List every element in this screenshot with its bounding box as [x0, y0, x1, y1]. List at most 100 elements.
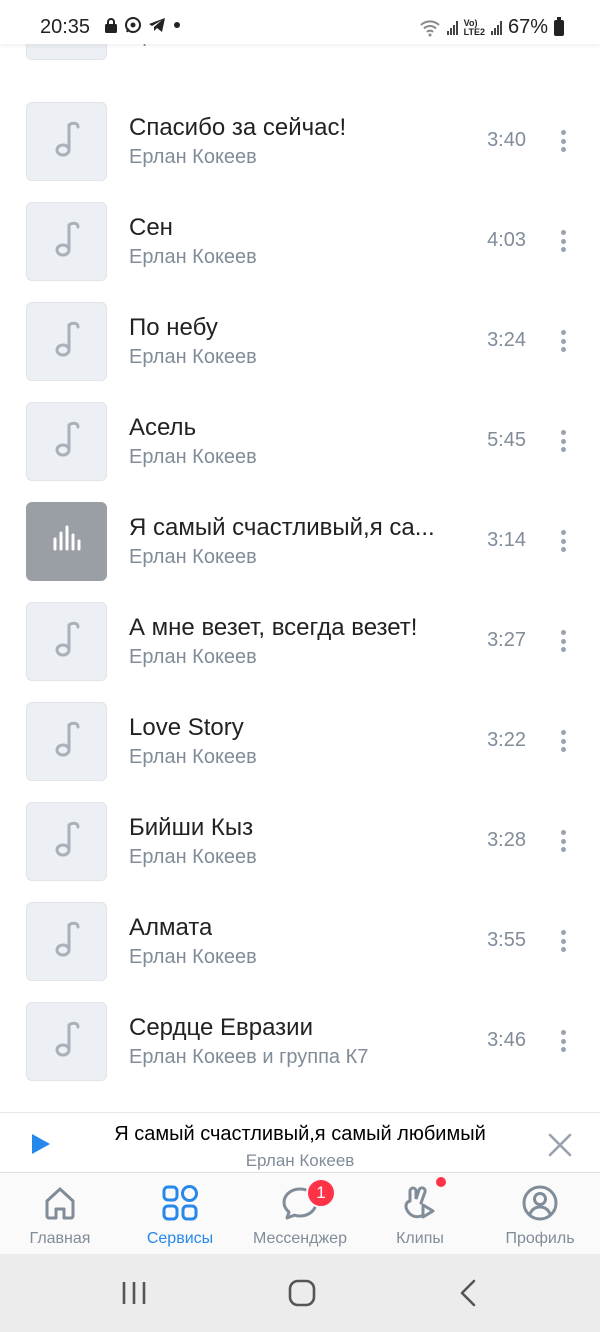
track-cover[interactable] [26, 1002, 107, 1081]
mini-player[interactable]: Я самый счастливый,я самый любимый Ерлан… [0, 1112, 600, 1172]
track-cover[interactable] [26, 502, 107, 581]
tab-bar: Главная Сервисы 1 Мессенджер Клипы Профи… [0, 1172, 600, 1254]
more-icon[interactable] [556, 427, 570, 455]
battery-percent: 67% [507, 16, 548, 38]
track-duration: 5:45 [487, 429, 526, 451]
tab-clips-label: Клипы [396, 1230, 444, 1247]
telegram-icon [149, 18, 165, 32]
track-row[interactable]: Спасибо за сейчас! Ерлан Кокеев 3:40 [0, 101, 600, 201]
signal-icon-2 [490, 20, 502, 35]
track-artist: Ерлан Кокеев [129, 446, 257, 468]
tab-home-label: Главная [29, 1230, 91, 1247]
music-note-icon [47, 817, 87, 866]
music-note-icon [47, 717, 87, 766]
track-title: Спасибо за сейчас! [129, 114, 347, 141]
track-cover[interactable] [26, 102, 107, 181]
track-title: Асель [129, 414, 197, 441]
track-cover[interactable] [26, 602, 107, 681]
track-cover[interactable] [26, 902, 107, 981]
track-row[interactable]: Сердце Евразии Ерлан Кокеев и группа К7 3:… [0, 1001, 600, 1101]
services-icon [162, 1185, 198, 1221]
track-title: Love Story [129, 714, 244, 741]
music-note-icon [47, 617, 87, 666]
lock-icon [105, 18, 117, 33]
track-artist: Ерлан Кокеев [129, 246, 257, 268]
track-duration: 3:22 [487, 729, 526, 751]
track-cover[interactable] [26, 202, 107, 281]
track-artist: Ерлан Кокеев [129, 746, 257, 768]
music-note-icon [47, 917, 87, 966]
track-cover[interactable] [26, 702, 107, 781]
track-artist: Ерлан Кокеев [129, 646, 257, 668]
more-icon[interactable] [556, 127, 570, 155]
clips-icon [404, 1186, 435, 1219]
tab-services[interactable]: Сервисы [120, 1173, 240, 1255]
more-icon[interactable] [556, 627, 570, 655]
track-title: Сердце Евразии [129, 1014, 313, 1041]
status-right: Vo) LTE2 67% [419, 16, 564, 39]
mini-player-artist: Ерлан Кокеев [245, 1151, 355, 1170]
track-row[interactable]: Асель Ерлан Кокеев 5:45 [0, 401, 600, 501]
track-duration: 3:24 [487, 329, 526, 351]
tab-services-label: Сервисы [146, 1230, 214, 1247]
tab-clips[interactable]: Клипы [360, 1173, 480, 1255]
track-cover[interactable] [26, 302, 107, 381]
track-duration: 4:03 [487, 229, 526, 251]
battery-icon [554, 16, 564, 36]
more-icon[interactable] [556, 227, 570, 255]
music-note-icon [47, 317, 87, 366]
track-row[interactable]: Love Story Ерлан Кокеев 3:22 [0, 701, 600, 801]
track-title: Я самый счастливый,я са... [129, 514, 435, 541]
messenger-badge: 1 [306, 1178, 336, 1208]
track-artist: Ерлан Кокеев [129, 346, 257, 368]
status-time: 20:35 [40, 16, 91, 38]
signal-icon [446, 20, 458, 35]
more-icon[interactable] [556, 327, 570, 355]
track-row[interactable]: А мне везет, всегда везет! Ерлан Кокеев 3:… [0, 601, 600, 701]
status-notification-icons [104, 16, 182, 34]
mini-player-title: Я самый счастливый,я самый любимый [114, 1123, 486, 1145]
more-icon[interactable] [556, 827, 570, 855]
track-title: А мне везет, всегда везет! [129, 614, 418, 641]
track-title: По небу [129, 314, 218, 341]
equalizer-icon [47, 517, 87, 566]
whatsapp-icon [125, 17, 141, 33]
more-icon[interactable] [556, 1027, 570, 1055]
tab-messenger[interactable]: 1 Мессенджер [240, 1173, 360, 1255]
track-cover[interactable] [26, 402, 107, 481]
track-row[interactable]: Сен Ерлан Кокеев 4:03 [0, 201, 600, 301]
close-icon[interactable] [547, 1132, 573, 1158]
track-row[interactable]: Бийши Кыз Ерлан Кокеев 3:28 [0, 801, 600, 901]
wifi-icon [419, 19, 440, 36]
more-icon[interactable] [556, 927, 570, 955]
track-artist: Ерлан Кокеев [129, 846, 257, 868]
system-navigation-bar [0, 1254, 600, 1332]
track-artist: Ерлан Кокеев [129, 146, 257, 168]
tab-home[interactable]: Главная [0, 1173, 120, 1255]
status-bar: 20:35 Vo) LTE2 67% [0, 0, 600, 44]
clips-notification-dot [436, 1177, 446, 1187]
more-icon[interactable] [556, 727, 570, 755]
music-note-icon [47, 117, 87, 166]
dot-icon [174, 22, 180, 28]
back-button[interactable] [450, 1278, 490, 1308]
track-title: Алмата [129, 914, 213, 941]
track-row[interactable]: По небу Ерлан Кокеев 3:24 [0, 301, 600, 401]
recent-apps-button[interactable] [114, 1278, 154, 1308]
track-artist: Ерлан Кокеев [129, 946, 257, 968]
tab-profile[interactable]: Профиль [480, 1173, 600, 1255]
track-duration: 3:28 [487, 829, 526, 851]
track-cover[interactable] [26, 802, 107, 881]
home-button[interactable] [282, 1278, 322, 1308]
track-title: Сен [129, 214, 173, 241]
home-icon [45, 1187, 75, 1220]
track-duration: 3:14 [487, 529, 526, 551]
track-row[interactable]: Алмата Ерлан Кокеев 3:55 [0, 901, 600, 1001]
tab-profile-label: Профиль [505, 1230, 575, 1247]
profile-icon [522, 1185, 558, 1221]
music-note-icon [47, 1017, 87, 1066]
track-duration: 3:27 [487, 629, 526, 651]
track-artist: Ерлан Кокеев [129, 546, 257, 568]
more-icon[interactable] [556, 527, 570, 555]
track-row[interactable]: Я самый счастливый,я са... Ерлан Кокеев 3:… [0, 501, 600, 601]
